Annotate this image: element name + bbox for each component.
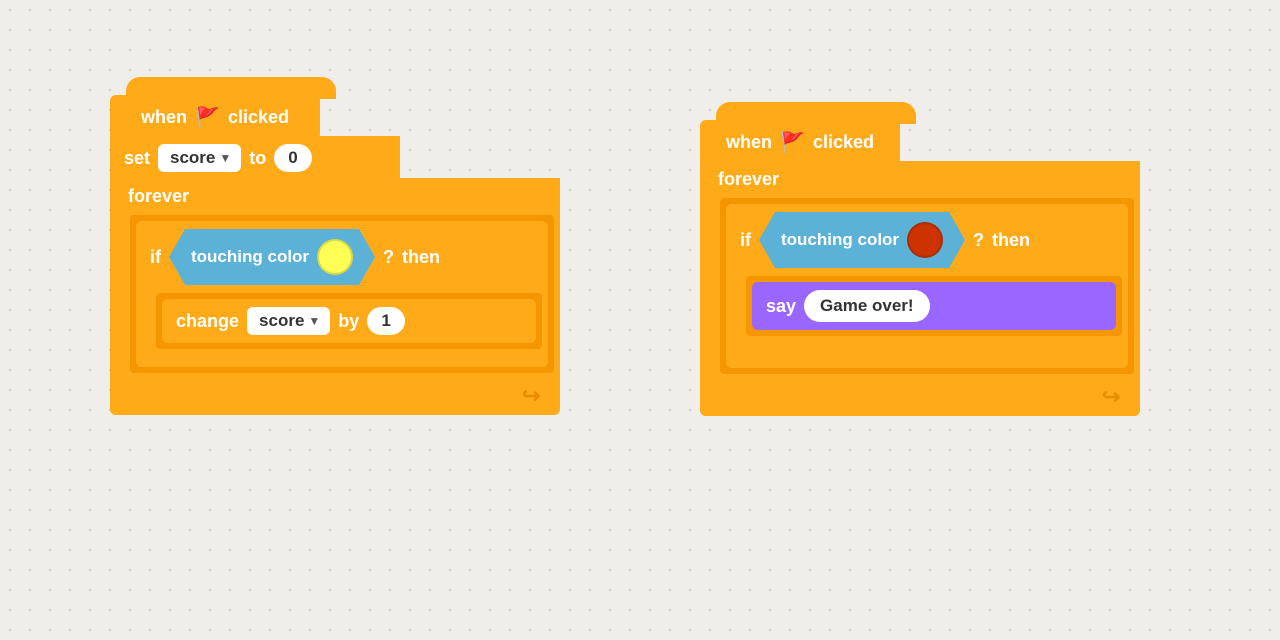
loop-arrow-right: ↩: [1102, 384, 1120, 410]
clicked-label-right: clicked: [813, 132, 874, 153]
forever-label-left: forever: [110, 178, 560, 215]
change-score-block[interactable]: change score ▼ by 1: [162, 299, 536, 343]
right-script-group: when 🚩 clicked forever if touch: [700, 120, 1140, 416]
touching-label-left: touching color: [191, 247, 309, 267]
if-then-block-left[interactable]: if touching color ? then change: [136, 221, 548, 367]
forever-footer-right: ↩: [700, 378, 1140, 416]
flag-icon-left: 🚩: [195, 105, 220, 130]
change-label: change: [176, 311, 239, 332]
forever-footer-left: ↩: [110, 377, 560, 415]
loop-arrow-left: ↩: [522, 383, 540, 409]
to-label: to: [249, 148, 266, 169]
if-then-block-right[interactable]: if touching color ? then say: [726, 204, 1128, 368]
flag-icon-right: 🚩: [780, 130, 805, 155]
if-label-right: if: [740, 230, 751, 251]
dropdown-arrow-change-icon: ▼: [308, 314, 320, 328]
then-label-left: then: [402, 247, 440, 268]
set-label: set: [124, 148, 150, 169]
score-dropdown-change[interactable]: score ▼: [247, 307, 330, 335]
color-swatch-right[interactable]: [907, 222, 943, 258]
touching-label-right: touching color: [781, 230, 899, 250]
clicked-label-left: clicked: [228, 107, 289, 128]
left-script-group: when 🚩 clicked set score ▼ to 0 forever: [110, 95, 560, 415]
question-label-right: ?: [973, 230, 984, 251]
when-label-left: when: [141, 107, 187, 128]
forever-block-right[interactable]: forever if touching color ? then: [700, 161, 1140, 416]
forever-label-right: forever: [700, 161, 1140, 198]
value-input[interactable]: 0: [274, 144, 311, 172]
color-swatch-left[interactable]: [317, 239, 353, 275]
score-dropdown[interactable]: score ▼: [158, 144, 241, 172]
by-label: by: [338, 311, 359, 332]
say-message-input[interactable]: Game over!: [804, 290, 930, 322]
when-clicked-block-left[interactable]: when 🚩 clicked: [110, 95, 320, 140]
set-score-block[interactable]: set score ▼ to 0: [110, 136, 400, 180]
say-label: say: [766, 296, 796, 317]
touching-color-hex-right[interactable]: touching color: [759, 212, 965, 268]
change-value-input[interactable]: 1: [367, 307, 404, 335]
then-label-right: then: [992, 230, 1030, 251]
when-clicked-block-right[interactable]: when 🚩 clicked: [700, 120, 900, 165]
when-label-right: when: [726, 132, 772, 153]
forever-block-left[interactable]: forever if touching color ? then: [110, 178, 560, 415]
dropdown-arrow-icon: ▼: [219, 151, 231, 165]
touching-color-hex-left[interactable]: touching color: [169, 229, 375, 285]
say-block[interactable]: say Game over!: [752, 282, 1116, 330]
question-label-left: ?: [383, 247, 394, 268]
if-label-left: if: [150, 247, 161, 268]
